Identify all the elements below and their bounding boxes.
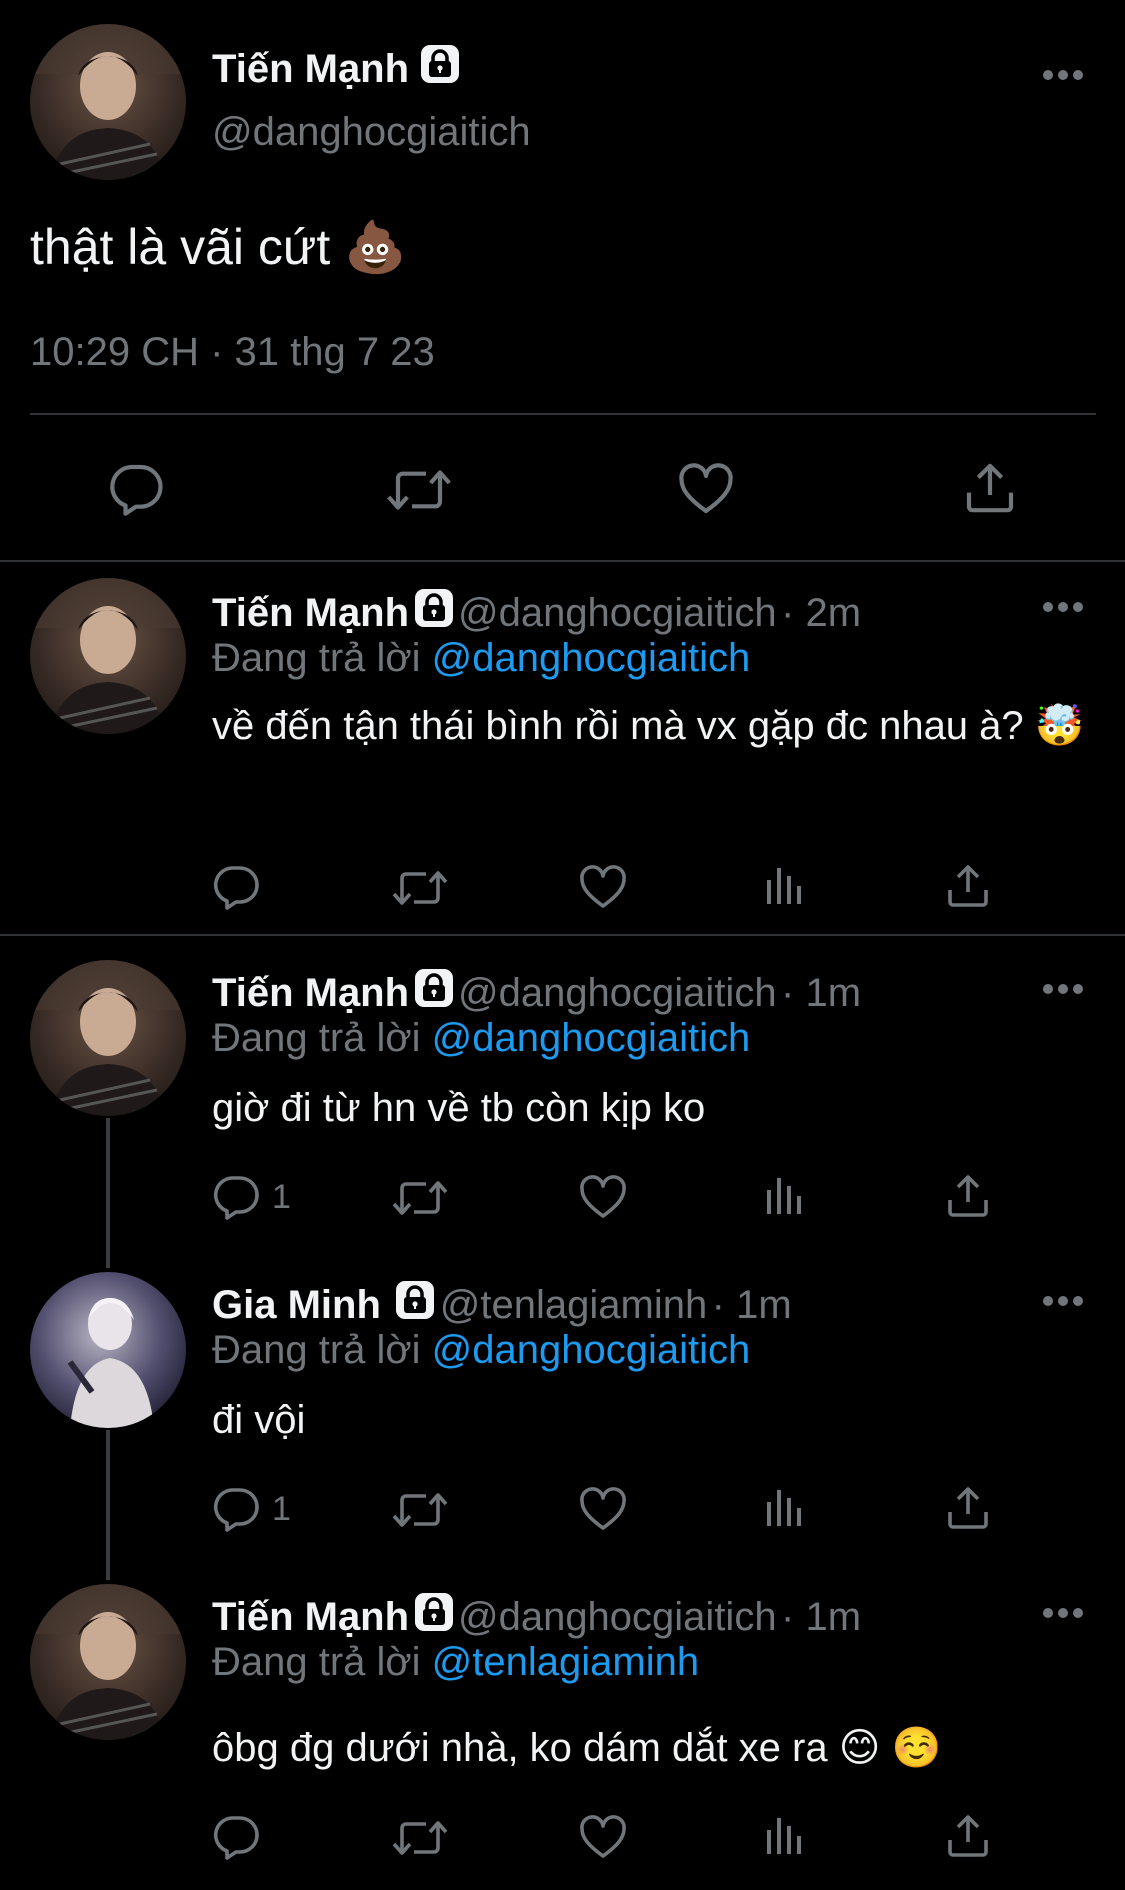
reply-time[interactable]: · 1m (781, 971, 861, 1015)
author-handle[interactable]: @danghocgiaitich (458, 1595, 777, 1639)
reply-icon[interactable] (212, 1484, 260, 1532)
divider (0, 560, 1125, 562)
retweet-icon[interactable] (386, 462, 452, 518)
avatar[interactable] (30, 1272, 186, 1428)
avatar[interactable] (30, 24, 186, 180)
reply-header: Tiến Mạnh @danghocgiaitich · 1m (212, 1592, 861, 1640)
lock-icon (420, 44, 460, 84)
mention-link[interactable]: @tenlagiaminh (432, 1640, 699, 1684)
author-name[interactable]: Tiến Mạnh (212, 591, 409, 635)
mention-link[interactable]: @danghocgiaitich (432, 1328, 751, 1372)
thread-line (106, 1118, 110, 1268)
more-options-icon[interactable] (1043, 984, 1083, 996)
author-handle[interactable]: @danghocgiaitich (458, 971, 777, 1015)
replying-to: Đang trả lời @danghocgiaitich (212, 636, 751, 680)
like-icon[interactable] (579, 1814, 627, 1862)
author-name[interactable]: Tiến Mạnh (212, 971, 409, 1015)
stats-icon[interactable] (762, 1812, 810, 1860)
reply-count: 1 (272, 1178, 291, 1216)
avatar[interactable] (30, 1584, 186, 1740)
replying-to: Đang trả lời @tenlagiaminh (212, 1640, 700, 1684)
lock-icon (414, 588, 454, 628)
avatar[interactable] (30, 960, 186, 1116)
reply-text: giờ đi từ hn về tb còn kịp ko (212, 1086, 706, 1130)
tweet-text: thật là vãi cứt 💩 (30, 219, 407, 275)
stats-icon[interactable] (762, 862, 810, 910)
author-handle[interactable]: @danghocgiaitich (458, 591, 777, 635)
like-icon[interactable] (579, 1486, 627, 1534)
lock-icon (414, 1592, 454, 1632)
replying-to: Đang trả lời @danghocgiaitich (212, 1328, 751, 1372)
reply-header: Tiến Mạnh @danghocgiaitich · 2m (212, 588, 861, 636)
lock-icon (414, 968, 454, 1008)
share-icon[interactable] (962, 460, 1018, 516)
thread-line (106, 1430, 110, 1580)
share-icon[interactable] (944, 1172, 992, 1220)
more-options-icon[interactable] (1043, 602, 1083, 614)
like-icon[interactable] (579, 1174, 627, 1222)
mention-link[interactable]: @danghocgiaitich (432, 1016, 751, 1060)
like-icon[interactable] (678, 462, 734, 518)
reply-time[interactable]: · 1m (712, 1283, 792, 1327)
author-name[interactable]: Gia Minh (212, 1283, 381, 1327)
retweet-icon[interactable] (392, 1486, 448, 1534)
more-options-icon[interactable] (1043, 70, 1083, 82)
retweet-icon[interactable] (392, 1814, 448, 1862)
more-options-icon[interactable] (1043, 1296, 1083, 1308)
stats-icon[interactable] (762, 1172, 810, 1220)
reply-icon[interactable] (212, 1812, 260, 1860)
reply-text: đi vội (212, 1398, 306, 1442)
retweet-icon[interactable] (392, 1174, 448, 1222)
more-options-icon[interactable] (1043, 1608, 1083, 1620)
divider (0, 934, 1125, 936)
author-name[interactable]: Tiến Mạnh (212, 1595, 409, 1639)
reply-header: Gia Minh @tenlagiaminh · 1m (212, 1280, 792, 1328)
retweet-icon[interactable] (392, 864, 448, 912)
share-icon[interactable] (944, 1484, 992, 1532)
share-icon[interactable] (944, 1812, 992, 1860)
divider (30, 413, 1096, 415)
reply-text: về đến tận thái bình rồi mà vx gặp đc nh… (212, 704, 1085, 748)
mention-link[interactable]: @danghocgiaitich (432, 636, 751, 680)
author-name[interactable]: Tiến Mạnh (212, 44, 460, 92)
reply-text: ôbg đg dưới nhà, ko dám dắt xe ra 😊 ☺️ (212, 1726, 942, 1770)
reply-icon[interactable] (108, 460, 164, 516)
reply-header: Tiến Mạnh @danghocgiaitich · 1m (212, 968, 861, 1016)
reply-time[interactable]: · 1m (781, 1595, 861, 1639)
reply-icon[interactable] (212, 1172, 260, 1220)
avatar[interactable] (30, 578, 186, 734)
reply-time[interactable]: · 2m (781, 591, 861, 635)
reply-count: 1 (272, 1490, 291, 1528)
like-icon[interactable] (579, 864, 627, 912)
author-handle[interactable]: @tenlagiaminh (440, 1283, 707, 1327)
tweet-timestamp[interactable]: 10:29 CH · 31 thg 7 23 (30, 330, 435, 375)
share-icon[interactable] (944, 862, 992, 910)
author-handle[interactable]: @danghocgiaitich (212, 110, 531, 155)
stats-icon[interactable] (762, 1484, 810, 1532)
lock-icon (395, 1280, 435, 1320)
reply-icon[interactable] (212, 862, 260, 910)
replying-to: Đang trả lời @danghocgiaitich (212, 1016, 751, 1060)
